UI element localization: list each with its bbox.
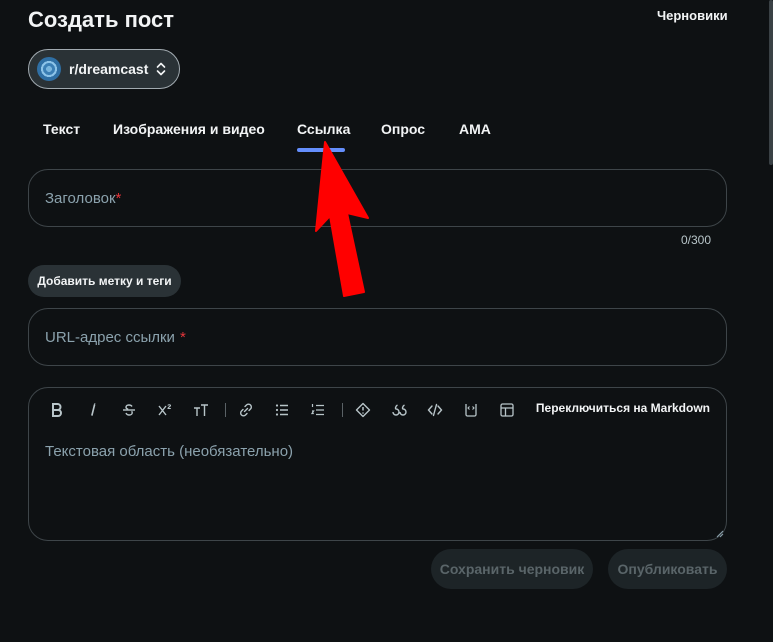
markdown-switch[interactable]: Переключиться на Markdown <box>536 401 710 415</box>
drafts-link[interactable]: Черновики <box>657 8 728 23</box>
italic-icon[interactable] <box>79 398 107 422</box>
scrollbar-thumb[interactable] <box>769 0 773 165</box>
superscript-icon[interactable] <box>151 398 179 422</box>
tab-poll[interactable]: Опрос <box>381 115 425 151</box>
page-title: Создать пост <box>28 7 175 32</box>
scrollbar[interactable] <box>769 0 773 642</box>
toolbar-separator <box>225 403 226 417</box>
body-placeholder: Текстовая область (необязательно) <box>45 443 294 460</box>
community-avatar <box>37 57 61 81</box>
table-icon[interactable] <box>493 398 521 422</box>
title-placeholder: Заголовок <box>45 189 116 207</box>
body-editor[interactable]: Переключиться на Markdown Текстовая обла… <box>28 387 727 541</box>
active-tab-underline <box>297 148 345 152</box>
url-placeholder: URL-адрес ссылки <box>45 328 175 346</box>
url-field[interactable]: URL-адрес ссылки * <box>28 308 727 366</box>
publish-button[interactable]: Опубликовать <box>608 549 727 589</box>
title-char-counter: 0/300 <box>681 233 712 247</box>
resize-handle-icon[interactable] <box>716 530 724 538</box>
community-selector[interactable]: r/dreamcast <box>28 49 180 89</box>
code-icon[interactable] <box>421 398 449 422</box>
tab-link[interactable]: Ссылка <box>297 115 350 151</box>
tab-text[interactable]: Текст <box>43 115 80 151</box>
tab-ama[interactable]: AMA <box>459 115 491 151</box>
numbered-list-icon[interactable] <box>304 398 332 422</box>
save-draft-button[interactable]: Сохранить черновик <box>431 549 593 589</box>
required-star: * <box>179 328 186 346</box>
title-field[interactable]: Заголовок * <box>28 169 727 227</box>
heading-icon[interactable] <box>187 398 215 422</box>
link-icon[interactable] <box>232 398 260 422</box>
tab-images-video[interactable]: Изображения и видео <box>113 115 265 151</box>
required-star: * <box>115 189 122 207</box>
chevron-updown-icon <box>157 62 166 76</box>
bullet-list-icon[interactable] <box>268 398 296 422</box>
code-block-icon[interactable] <box>457 398 485 422</box>
add-tags-button[interactable]: Добавить метку и теги <box>28 265 181 297</box>
community-name: r/dreamcast <box>69 61 149 77</box>
toolbar-separator <box>342 403 343 417</box>
quote-icon[interactable] <box>385 398 413 422</box>
strikethrough-icon[interactable] <box>115 398 143 422</box>
spoiler-icon[interactable] <box>349 398 377 422</box>
bold-icon[interactable] <box>43 398 71 422</box>
